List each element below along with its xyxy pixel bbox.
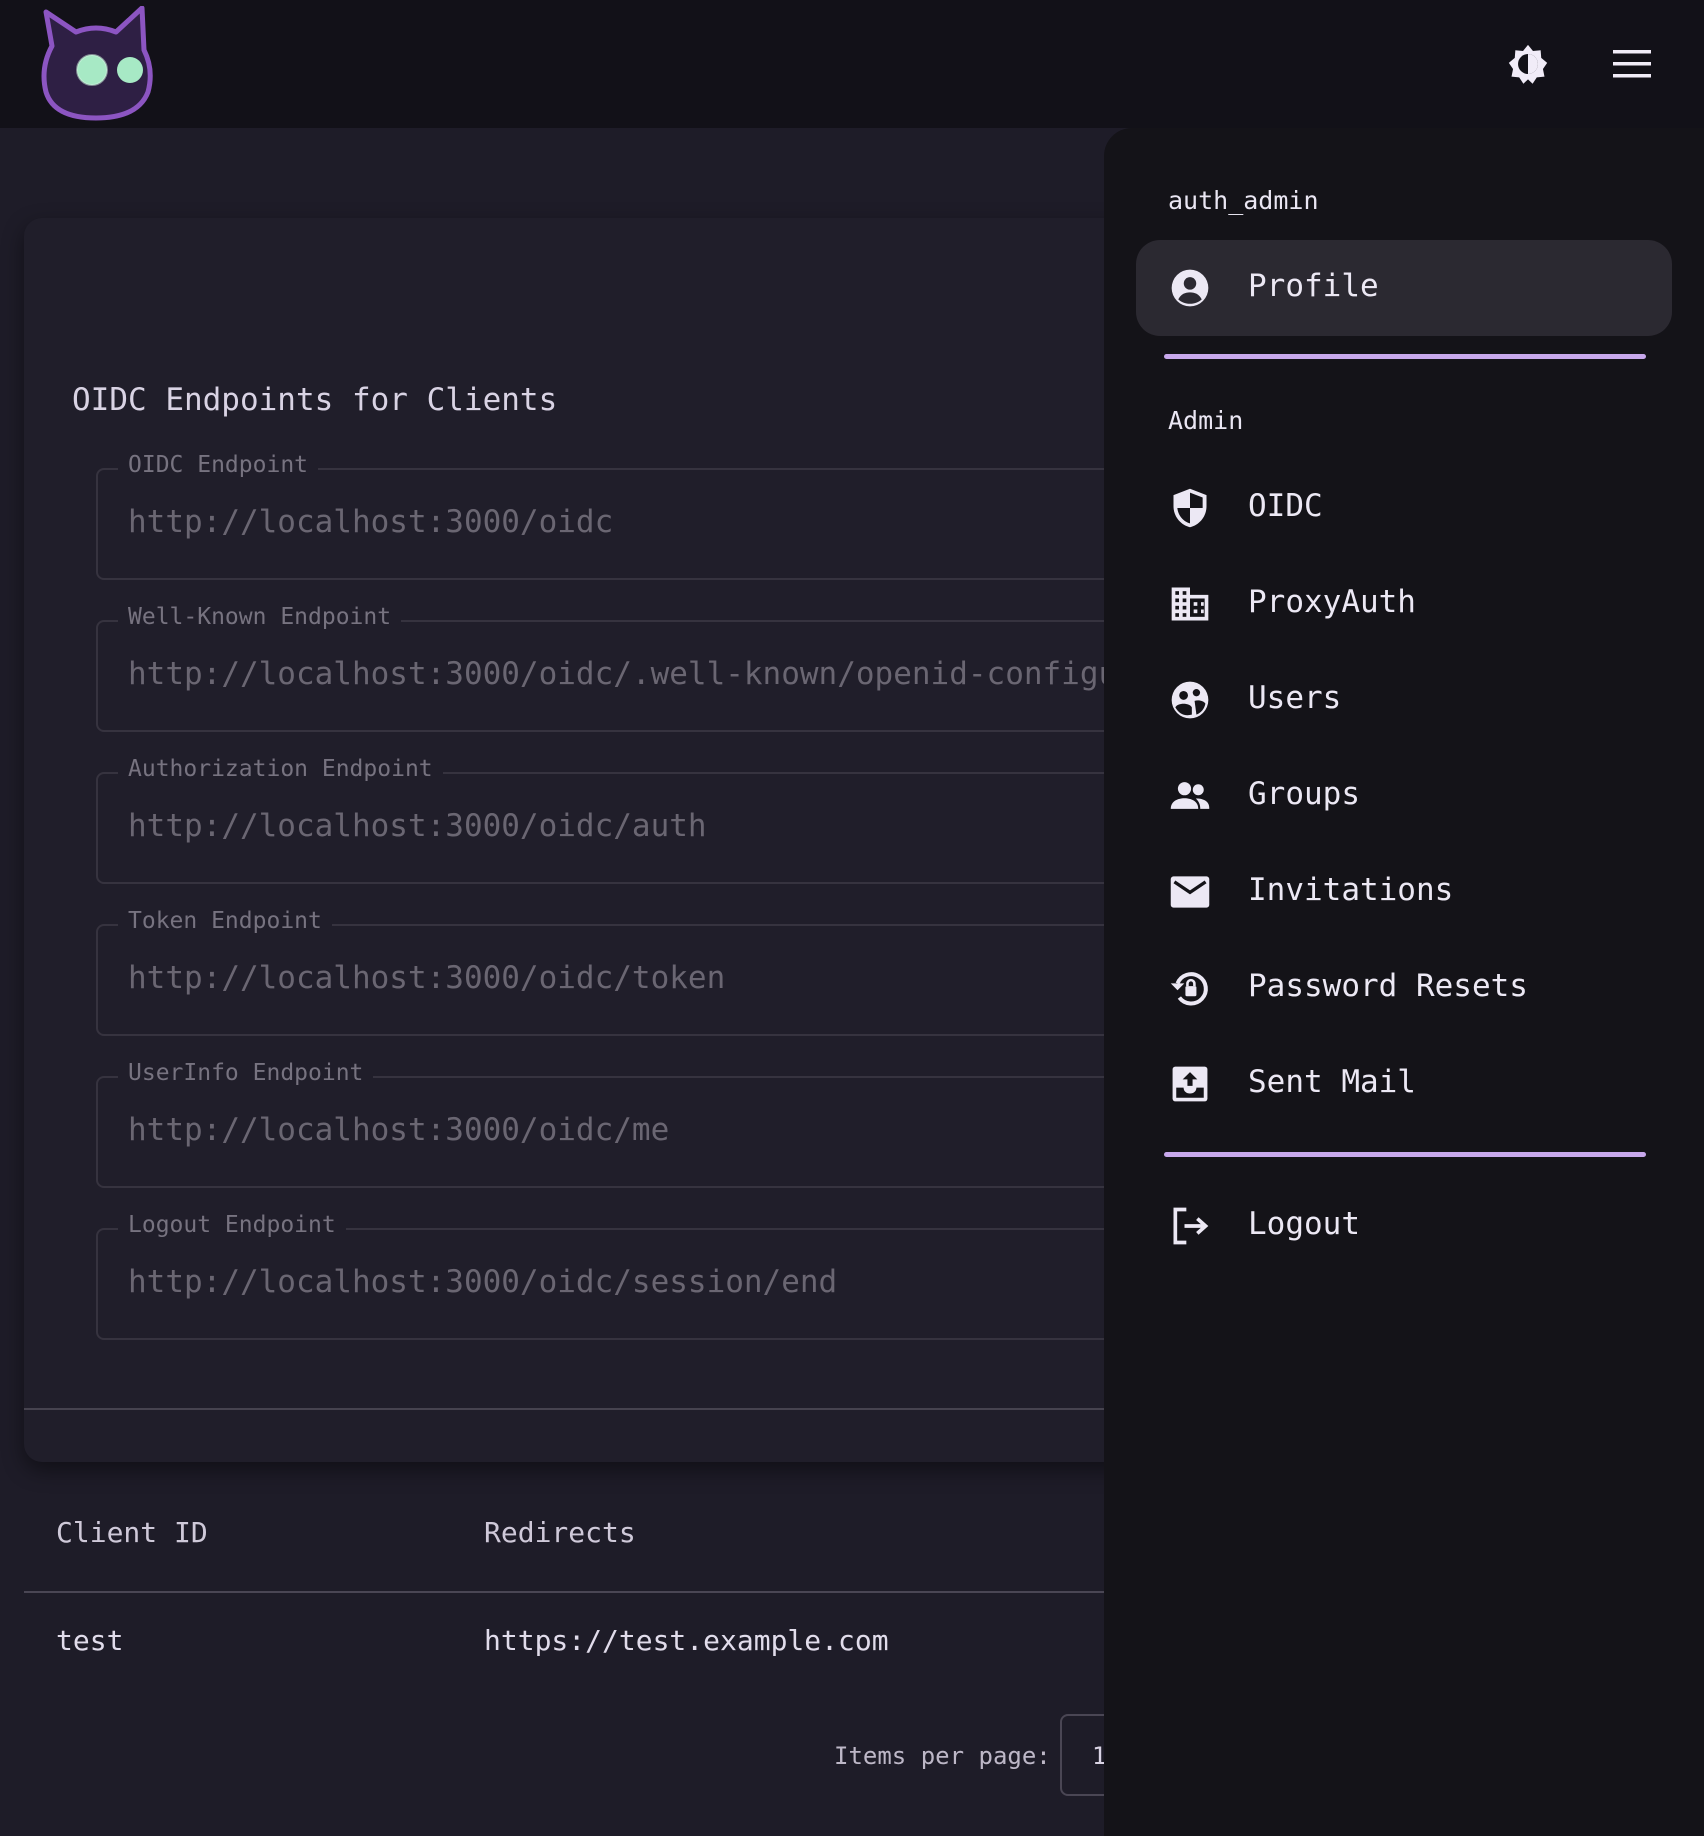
items-per-page-label: Items per page:	[834, 1742, 1051, 1770]
drawer-divider	[1164, 1152, 1646, 1157]
shield-icon	[1168, 486, 1212, 530]
nav-label: Profile	[1248, 268, 1379, 304]
nav-item-groups[interactable]: Groups	[1136, 748, 1672, 844]
navigation-drawer: auth_admin Profile Admin OIDC ProxyAuth …	[1104, 128, 1704, 1836]
nav-item-users[interactable]: Users	[1136, 652, 1672, 748]
nav-label: Invitations	[1248, 872, 1454, 908]
nav-label: Users	[1248, 680, 1342, 716]
nav-item-profile[interactable]: Profile	[1136, 240, 1672, 336]
field-label: Logout Endpoint	[118, 1212, 346, 1238]
mail-icon	[1168, 870, 1212, 914]
drawer-divider	[1164, 354, 1646, 359]
card-title: OIDC Endpoints for Clients	[72, 382, 558, 418]
nav-item-password-resets[interactable]: Password Resets	[1136, 940, 1672, 1036]
top-app-bar	[0, 0, 1704, 128]
brightness-icon[interactable]	[1500, 36, 1556, 92]
field-label: UserInfo Endpoint	[118, 1060, 374, 1086]
nav-label: Password Resets	[1248, 968, 1528, 1004]
field-label: Token Endpoint	[118, 908, 332, 934]
table-cell-client-id[interactable]: test	[56, 1624, 123, 1657]
column-header-redirects[interactable]: Redirects	[484, 1516, 636, 1549]
field-value: http://localhost:3000/oidc/token	[128, 960, 726, 996]
group-icon	[1168, 774, 1212, 818]
field-value: http://localhost:3000/oidc/auth	[128, 808, 707, 844]
nav-item-oidc[interactable]: OIDC	[1136, 460, 1672, 556]
outbox-icon	[1168, 1062, 1212, 1106]
lock-reset-icon	[1168, 966, 1212, 1010]
nav-item-sent-mail[interactable]: Sent Mail	[1136, 1036, 1672, 1132]
nav-label: Groups	[1248, 776, 1360, 812]
column-header-client-id[interactable]: Client ID	[56, 1516, 208, 1549]
field-value: http://localhost:3000/oidc/.well-known/o…	[128, 656, 1136, 692]
field-value: http://localhost:3000/oidc/me	[128, 1112, 670, 1148]
nav-label: OIDC	[1248, 488, 1323, 524]
field-label: Authorization Endpoint	[118, 756, 443, 782]
nav-label: Sent Mail	[1248, 1064, 1416, 1100]
field-label: Well-Known Endpoint	[118, 604, 402, 630]
field-label: OIDC Endpoint	[118, 452, 319, 478]
admin-heading: Admin	[1168, 406, 1244, 435]
nav-label: Logout	[1248, 1206, 1360, 1242]
username-heading: auth_admin	[1168, 186, 1319, 215]
field-value: http://localhost:3000/oidc/session/end	[128, 1264, 838, 1300]
hamburger-menu-icon[interactable]	[1604, 36, 1660, 92]
cat-logo-icon[interactable]	[38, 5, 154, 122]
logout-icon	[1168, 1204, 1212, 1248]
nav-item-logout[interactable]: Logout	[1136, 1178, 1672, 1274]
nav-label: ProxyAuth	[1248, 584, 1416, 620]
building-icon	[1168, 582, 1212, 626]
table-cell-redirects[interactable]: https://test.example.com	[484, 1624, 889, 1657]
account-cog-icon	[1168, 678, 1212, 722]
field-value: http://localhost:3000/oidc	[128, 504, 614, 540]
nav-item-invitations[interactable]: Invitations	[1136, 844, 1672, 940]
nav-item-proxyauth[interactable]: ProxyAuth	[1136, 556, 1672, 652]
account-circle-icon	[1168, 266, 1212, 310]
